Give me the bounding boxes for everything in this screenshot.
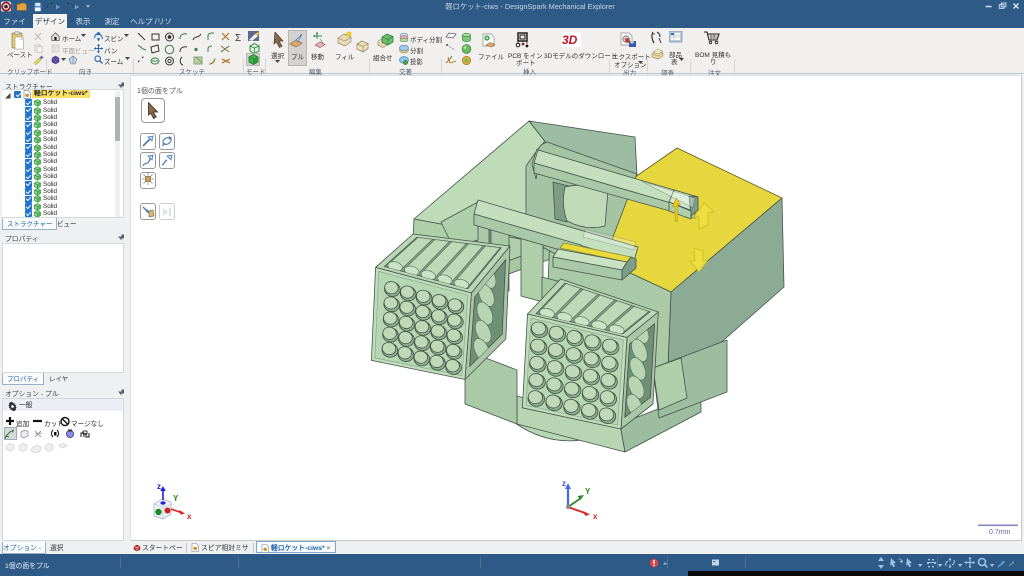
svg-text:x: x	[593, 512, 598, 521]
svg-text:x: x	[187, 512, 192, 521]
svg-text:Σ: Σ	[235, 33, 241, 44]
svg-text:Y: Y	[173, 494, 179, 503]
svg-text:z: z	[157, 482, 161, 491]
svg-text:z: z	[562, 479, 566, 488]
svg-text:Y: Y	[585, 487, 591, 496]
svg-text:0.7mm: 0.7mm	[989, 529, 1011, 536]
